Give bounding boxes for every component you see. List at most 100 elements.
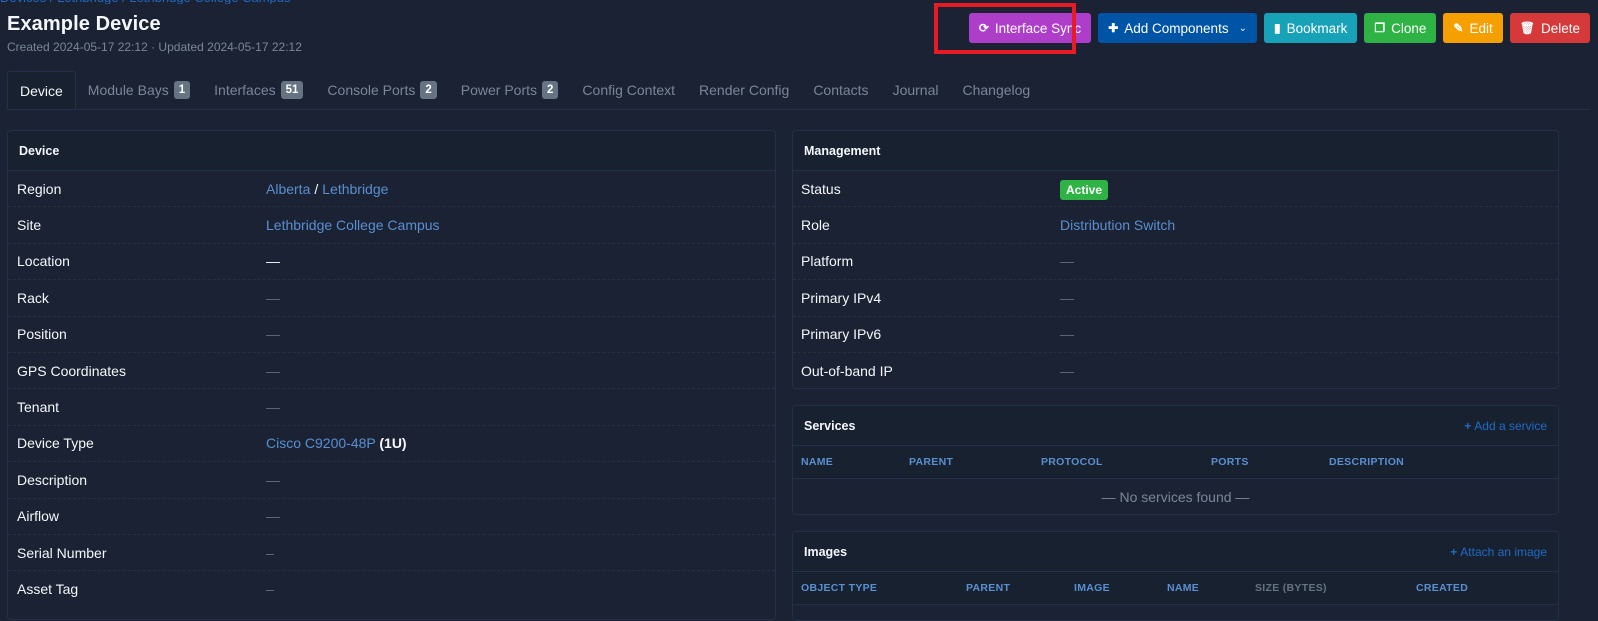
column-header[interactable]: PARENT <box>966 582 1074 594</box>
column-header[interactable]: NAME <box>801 456 909 468</box>
column-header[interactable]: PROTOCOL <box>1041 456 1211 468</box>
attr-row-asset-tag: Asset Tag – <box>8 571 775 607</box>
tab-bar: Device Module Bays 1 Interfaces 51 Conso… <box>7 71 1590 110</box>
tab-contacts[interactable]: Contacts <box>801 71 880 109</box>
attr-label: Location <box>17 253 70 270</box>
column-header[interactable]: IMAGE <box>1074 582 1167 594</box>
attr-row-device-type: Device Type Cisco C9200-48P (1U) <box>8 426 775 463</box>
column-header[interactable]: PARENT <box>909 456 1041 468</box>
bookmark-button[interactable]: ▮ Bookmark <box>1263 13 1358 43</box>
attr-label: Site <box>17 217 42 234</box>
attr-value: — <box>266 399 280 416</box>
tab-label: Changelog <box>962 82 1031 98</box>
attr-value: — <box>266 362 280 379</box>
tab-label: Device <box>20 82 63 99</box>
attr-label: Position <box>17 326 67 343</box>
attr-value: — <box>266 471 280 488</box>
device-type-link[interactable]: Cisco C9200-48P <box>266 435 375 451</box>
card-header: Images + Attach an image <box>793 532 1558 572</box>
action-toolbar: ⟳ Interface Sync ✚ Add Components ⌄ ▮ Bo… <box>968 13 1590 43</box>
interface-sync-label: Interface Sync <box>994 20 1082 36</box>
site-link[interactable]: Lethbridge College Campus <box>266 217 440 233</box>
tab-count-badge: 1 <box>173 81 191 99</box>
region-link[interactable]: Lethbridge <box>322 181 388 197</box>
status-badge: Active <box>1060 179 1109 200</box>
region-parent-link[interactable]: Alberta <box>266 181 310 197</box>
breadcrumb[interactable]: Devices / Lethbridge / Lethbridge Colleg… <box>0 0 300 4</box>
tab-changelog[interactable]: Changelog <box>950 71 1042 109</box>
attr-row-serial: Serial Number – <box>8 535 775 572</box>
column-header: SIZE (BYTES) <box>1255 582 1327 594</box>
add-service-link[interactable]: + Add a service <box>1464 419 1547 433</box>
attr-row-platform: Platform — <box>793 244 1558 281</box>
attr-label: Status <box>801 180 841 197</box>
tab-label: Contacts <box>813 82 869 98</box>
attr-row-airflow: Airflow — <box>8 499 775 535</box>
add-components-label: Add Components <box>1124 20 1229 36</box>
tab-power-ports[interactable]: Power Ports 2 <box>449 71 571 109</box>
tab-label: Console Ports <box>327 82 416 98</box>
management-card: Management Status Active Role Distributi… <box>792 130 1559 389</box>
column-header[interactable]: NAME <box>1167 582 1255 594</box>
role-link[interactable]: Distribution Switch <box>1060 217 1175 233</box>
attr-value: Active <box>1060 179 1109 200</box>
trash-icon: 🗑 <box>1519 21 1535 35</box>
attr-row-gps: GPS Coordinates — <box>8 353 775 390</box>
tab-label: Interfaces <box>214 82 276 98</box>
card-title: Device <box>19 143 60 158</box>
attr-row-site: Site Lethbridge College Campus <box>8 207 775 244</box>
add-components-dropdown[interactable]: ✚ Add Components ⌄ <box>1098 13 1257 43</box>
card-title: Images <box>804 544 848 559</box>
services-table-header: NAME PARENT PROTOCOL PORTS DESCRIPTION <box>793 446 1558 479</box>
attr-value: – <box>266 581 274 598</box>
tab-interfaces[interactable]: Interfaces 51 <box>202 71 315 109</box>
tab-count-badge: 2 <box>542 81 559 99</box>
interface-sync-button[interactable]: ⟳ Interface Sync <box>968 13 1092 43</box>
column-header[interactable]: PORTS <box>1211 456 1329 468</box>
bookmark-label: Bookmark <box>1286 20 1348 36</box>
edit-label: Edit <box>1469 20 1493 36</box>
tab-module-bays[interactable]: Module Bays 1 <box>76 71 202 109</box>
attr-label: Out-of-band IP <box>801 363 893 380</box>
attr-row-tenant: Tenant — <box>8 389 775 426</box>
attr-row-region: Region Alberta / Lethbridge <box>8 171 775 208</box>
empty-state: — No services found — <box>1101 489 1250 505</box>
tab-label: Render Config <box>699 82 790 98</box>
tab-device[interactable]: Device <box>7 71 76 109</box>
page-timestamps: Created 2024-05-17 22:12 · Updated 2024-… <box>7 40 302 54</box>
attr-row-description: Description — <box>8 462 775 499</box>
attr-label: Rack <box>17 289 49 306</box>
add-service-label: Add a service <box>1474 418 1547 433</box>
tab-console-ports[interactable]: Console Ports 2 <box>315 71 448 109</box>
attr-label: Platform <box>801 253 854 270</box>
attr-row-position: Position — <box>8 317 775 353</box>
attr-value: Alberta / Lethbridge <box>266 181 388 197</box>
attr-row-primary-ipv6: Primary IPv6 — <box>793 317 1558 353</box>
plus-icon: + <box>1450 544 1458 559</box>
attr-row-rack: Rack — <box>8 280 775 317</box>
services-card: Services + Add a service NAME PARENT PROT… <box>792 405 1559 515</box>
page-header: Example Device Created 2024-05-17 22:12 … <box>7 13 302 54</box>
tab-config-context[interactable]: Config Context <box>570 71 687 109</box>
attr-value: — <box>266 508 280 525</box>
device-card: Device Region Alberta / Lethbridge Site Le… <box>7 130 776 620</box>
tab-render-config[interactable]: Render Config <box>687 71 801 109</box>
attr-value: — <box>1060 289 1074 306</box>
sync-icon: ⟳ <box>978 21 989 35</box>
column-header[interactable]: CREATED <box>1416 582 1468 594</box>
tab-label: Config Context <box>582 82 676 98</box>
delete-button[interactable]: 🗑 Delete <box>1509 13 1590 43</box>
attr-label: Device Type <box>17 435 94 452</box>
delete-label: Delete <box>1540 20 1580 36</box>
page-title: Example Device <box>7 13 161 35</box>
column-header[interactable]: DESCRIPTION <box>1329 456 1404 468</box>
attach-image-link[interactable]: + Attach an image <box>1450 545 1547 559</box>
attr-value: — <box>1060 253 1074 270</box>
tab-journal[interactable]: Journal <box>881 71 951 109</box>
edit-button[interactable]: ✎ Edit <box>1443 13 1503 43</box>
images-card: Images + Attach an image OBJECT TYPE PARE… <box>792 531 1559 621</box>
attr-value: — <box>266 289 280 306</box>
column-header[interactable]: OBJECT TYPE <box>801 582 966 594</box>
attr-value: — <box>1060 363 1074 380</box>
clone-button[interactable]: ❐ Clone <box>1364 13 1437 43</box>
